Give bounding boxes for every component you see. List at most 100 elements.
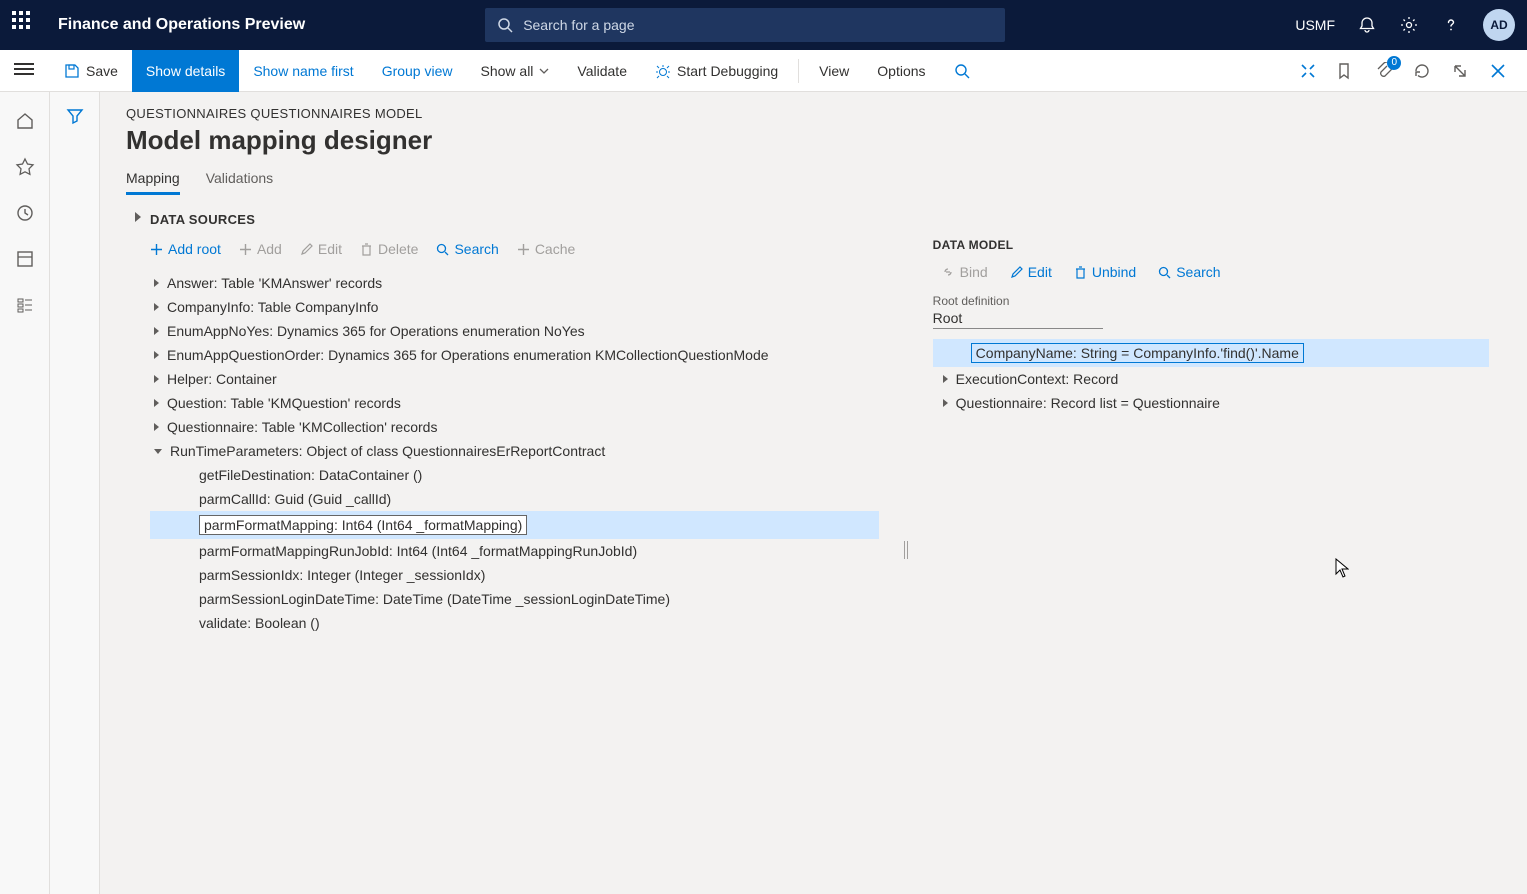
tree-row[interactable]: CompanyInfo: Table CompanyInfo [150, 295, 879, 319]
expand-icon[interactable] [154, 399, 159, 407]
search-button[interactable]: Search [436, 241, 498, 257]
tree-label: Questionnaire: Table 'KMCollection' reco… [167, 419, 437, 435]
save-button[interactable]: Save [50, 50, 132, 92]
options-label: Options [877, 63, 925, 79]
tree-row[interactable]: parmSessionLoginDateTime: DateTime (Date… [150, 587, 879, 611]
tree-row[interactable]: parmFormatMapping: Int64 (Int64 _formatM… [150, 511, 879, 539]
tree-label: getFileDestination: DataContainer () [199, 467, 422, 483]
cache-button[interactable]: Cache [517, 241, 575, 257]
search-label: Search [454, 241, 498, 257]
expand-icon[interactable] [154, 351, 159, 359]
options-menu[interactable]: Options [863, 50, 939, 92]
delete-button[interactable]: Delete [360, 241, 418, 257]
favorites-icon[interactable] [14, 156, 36, 178]
tree-row[interactable]: getFileDestination: DataContainer () [150, 463, 879, 487]
attachments-badge: 0 [1387, 56, 1401, 70]
unbind-label: Unbind [1092, 264, 1136, 280]
attachments-icon[interactable]: 0 [1373, 60, 1395, 82]
command-divider [798, 59, 799, 83]
tree-row[interactable]: RunTimeParameters: Object of class Quest… [150, 439, 879, 463]
expand-icon[interactable] [943, 375, 948, 383]
edit-button[interactable]: Edit [300, 241, 342, 257]
popout-icon[interactable] [1449, 60, 1471, 82]
top-bar: Finance and Operations Preview Search fo… [0, 0, 1527, 50]
page-options-icon[interactable] [1335, 60, 1357, 82]
personalize-icon[interactable] [1297, 60, 1319, 82]
view-menu[interactable]: View [805, 50, 863, 92]
avatar[interactable]: AD [1483, 9, 1515, 41]
tree-label: CompanyInfo: Table CompanyInfo [167, 299, 378, 315]
command-bar: Save Show details Show name first Group … [0, 50, 1527, 92]
workspaces-icon[interactable] [14, 248, 36, 270]
tree-row[interactable]: Helper: Container [150, 367, 879, 391]
close-icon[interactable] [1487, 60, 1509, 82]
show-name-first-button[interactable]: Show name first [239, 50, 367, 92]
save-label: Save [86, 63, 118, 79]
bind-label: Bind [960, 264, 988, 280]
notifications-icon[interactable] [1357, 15, 1377, 35]
tree-row[interactable]: EnumAppNoYes: Dynamics 365 for Operation… [150, 319, 879, 343]
app-launcher-icon[interactable] [12, 11, 40, 39]
tree-row[interactable]: parmCallId: Guid (Guid _callId) [150, 487, 879, 511]
expand-icon[interactable] [154, 375, 159, 383]
tree-row[interactable]: Questionnaire: Table 'KMCollection' reco… [150, 415, 879, 439]
hamburger-icon[interactable] [14, 60, 34, 80]
filter-icon[interactable] [65, 106, 85, 894]
command-search-button[interactable] [940, 50, 984, 92]
tree-row[interactable]: EnumAppQuestionOrder: Dynamics 365 for O… [150, 343, 879, 367]
cache-label: Cache [535, 241, 575, 257]
show-details-button[interactable]: Show details [132, 50, 239, 92]
expand-icon[interactable] [154, 303, 159, 311]
split-handle-icon [904, 541, 908, 559]
collapse-icon[interactable] [154, 449, 162, 454]
tree-row[interactable]: ExecutionContext: Record [933, 367, 1489, 391]
expand-icon[interactable] [154, 423, 159, 431]
entity-label[interactable]: USMF [1295, 17, 1335, 33]
dm-edit-button[interactable]: Edit [1010, 264, 1052, 280]
tree-row[interactable]: CompanyName: String = CompanyInfo.'find(… [933, 339, 1489, 367]
start-debugging-label: Start Debugging [677, 63, 778, 79]
tree-row[interactable]: Answer: Table 'KMAnswer' records [150, 271, 879, 295]
tree-label: Answer: Table 'KMAnswer' records [167, 275, 382, 291]
tab-mapping[interactable]: Mapping [126, 170, 180, 195]
expand-icon[interactable] [154, 327, 159, 335]
home-icon[interactable] [14, 110, 36, 132]
add-root-button[interactable]: Add root [150, 241, 221, 257]
tree-label: RunTimeParameters: Object of class Quest… [170, 443, 605, 459]
page-title: Model mapping designer [126, 125, 1501, 156]
show-all-dropdown[interactable]: Show all [467, 50, 564, 92]
root-definition-value[interactable]: Root [933, 310, 1103, 329]
start-debugging-button[interactable]: Start Debugging [641, 50, 792, 92]
add-button[interactable]: Add [239, 241, 282, 257]
unbind-button[interactable]: Unbind [1074, 264, 1136, 280]
group-view-label: Group view [382, 63, 453, 79]
tree-row[interactable]: Question: Table 'KMQuestion' records [150, 391, 879, 415]
data-model-panel: DATA MODEL Bind Edit Unbind Search Root … [933, 206, 1501, 894]
splitter[interactable] [899, 206, 913, 894]
settings-icon[interactable] [1399, 15, 1419, 35]
data-sources-panel: DATA SOURCES Add root Add Edit Delete Se… [126, 206, 879, 894]
app-title: Finance and Operations Preview [58, 16, 305, 34]
expand-collapse-icon[interactable] [135, 212, 141, 222]
tree-label: parmFormatMappingRunJobId: Int64 (Int64 … [199, 543, 637, 559]
tree-row[interactable]: parmFormatMappingRunJobId: Int64 (Int64 … [150, 539, 879, 563]
delete-label: Delete [378, 241, 418, 257]
left-nav [0, 92, 50, 894]
tree-label: Helper: Container [167, 371, 277, 387]
global-search[interactable]: Search for a page [485, 8, 1005, 42]
recent-icon[interactable] [14, 202, 36, 224]
help-icon[interactable] [1441, 15, 1461, 35]
group-view-button[interactable]: Group view [368, 50, 467, 92]
tree-row[interactable]: parmSessionIdx: Integer (Integer _sessio… [150, 563, 879, 587]
tree-row[interactable]: Questionnaire: Record list = Questionnai… [933, 391, 1489, 415]
modules-icon[interactable] [14, 294, 36, 316]
expand-icon[interactable] [154, 279, 159, 287]
tree-row[interactable]: validate: Boolean () [150, 611, 879, 635]
bind-button[interactable]: Bind [941, 264, 988, 280]
validate-button[interactable]: Validate [563, 50, 641, 92]
dm-search-button[interactable]: Search [1158, 264, 1220, 280]
tab-mapping-label: Mapping [126, 170, 180, 186]
expand-icon[interactable] [943, 399, 948, 407]
tab-validations[interactable]: Validations [206, 170, 273, 195]
refresh-icon[interactable] [1411, 60, 1433, 82]
